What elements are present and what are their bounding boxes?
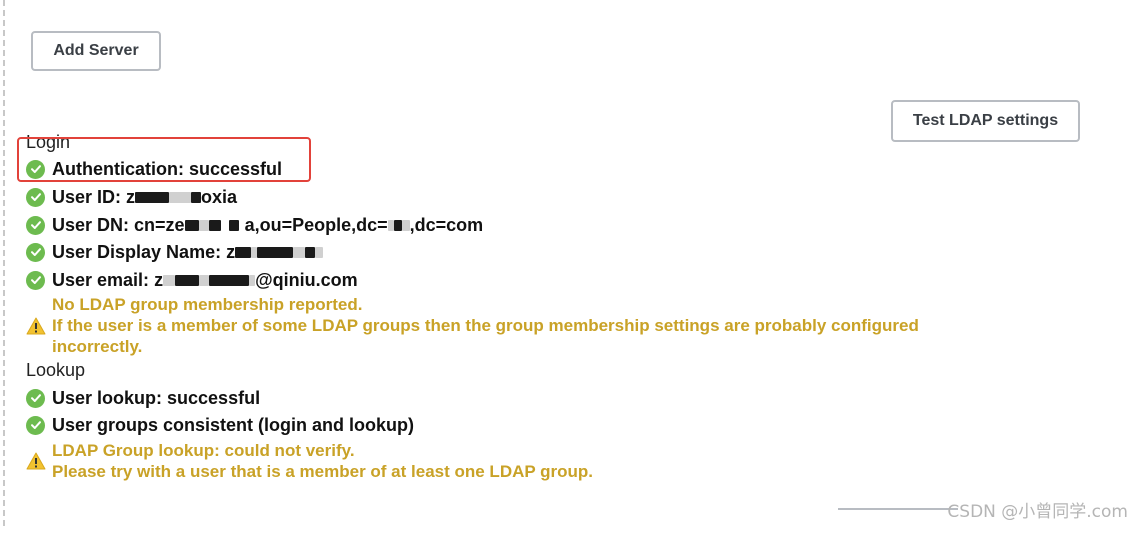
redacted-text: [184, 220, 199, 232]
user-id-suffix: oxia: [201, 186, 238, 207]
redacted-text: [169, 192, 192, 204]
test-ldap-settings-button[interactable]: Test LDAP settings: [891, 100, 1080, 142]
login-result-user-dn: User DN: cn=ze a,ou=People,dc= ,dc=com: [26, 213, 483, 237]
redacted-text: [315, 247, 324, 259]
user-id-label: User ID:: [52, 186, 127, 207]
add-server-button[interactable]: Add Server: [31, 31, 161, 71]
login-result-user-email: User email: z @qiniu.com: [26, 268, 358, 292]
login-result-authentication: Authentication: successful: [26, 157, 282, 181]
redacted-text: [163, 275, 176, 287]
display-name-label: User Display Name:: [52, 241, 227, 262]
lookup-section-title: Lookup: [26, 360, 86, 380]
warning-icon: [26, 317, 46, 335]
redacted-text: [191, 192, 202, 204]
redacted-text: [305, 247, 316, 259]
user-dn-suffix: a,ou=People,dc=: [244, 214, 388, 235]
success-check-icon: [26, 242, 45, 262]
success-check-icon: [26, 187, 45, 207]
user-lookup-status-text: User lookup: successful: [52, 387, 261, 408]
success-check-icon: [26, 388, 45, 408]
user-dn-prefix: ze: [165, 214, 185, 235]
redacted-text: [228, 220, 239, 232]
login-result-display-name: User Display Name: z: [26, 240, 324, 264]
success-check-icon: [26, 159, 45, 179]
user-email-label: User email:: [52, 269, 155, 290]
success-check-icon: [26, 215, 45, 235]
user-dn-end: ,dc=com: [409, 214, 484, 235]
redacted-text: [393, 220, 402, 232]
redacted-text: [387, 220, 394, 232]
redacted-text: [401, 220, 410, 232]
lookup-result-groups-consistent: User groups consistent (login and lookup…: [26, 413, 414, 437]
success-check-icon: [26, 270, 45, 290]
watermark-text: CSDN @小曾同学.com: [947, 502, 1128, 522]
partially-visible-button[interactable]: [838, 508, 958, 538]
redacted-text: [208, 220, 221, 232]
login-group-warning: No LDAP group membership reported. If th…: [26, 294, 919, 357]
warning-line: Please try with a user that is a member …: [52, 462, 594, 481]
user-id-prefix: z: [126, 186, 136, 207]
user-email-prefix: z: [154, 269, 164, 290]
user-email-suffix: @qiniu.com: [255, 269, 358, 290]
redacted-text: [257, 247, 294, 259]
redacted-text: [198, 220, 209, 232]
warning-line: incorrectly.: [52, 337, 143, 356]
dashed-left-border: [3, 0, 5, 526]
login-result-user-id: User ID: z oxia: [26, 185, 237, 209]
groups-consistent-status-text: User groups consistent (login and lookup…: [52, 414, 415, 435]
display-name-prefix: z: [226, 241, 236, 262]
lookup-result-user-lookup: User lookup: successful: [26, 386, 260, 410]
warning-icon: [26, 452, 46, 470]
redacted-text: [293, 247, 306, 259]
warning-line: LDAP Group lookup: could not verify.: [52, 441, 355, 460]
lookup-group-warning: LDAP Group lookup: could not verify. Ple…: [26, 440, 593, 482]
redacted-text: [199, 275, 210, 287]
user-dn-label: User DN: cn=: [52, 214, 166, 235]
redacted-text: [235, 247, 252, 259]
warning-line: No LDAP group membership reported.: [52, 295, 363, 314]
authentication-status-text: Authentication: successful: [52, 158, 283, 179]
redacted-text: [135, 192, 170, 204]
success-check-icon: [26, 415, 45, 435]
redacted-text: [209, 275, 250, 287]
warning-line: If the user is a member of some LDAP gro…: [52, 316, 919, 335]
redacted-text: [175, 275, 200, 287]
